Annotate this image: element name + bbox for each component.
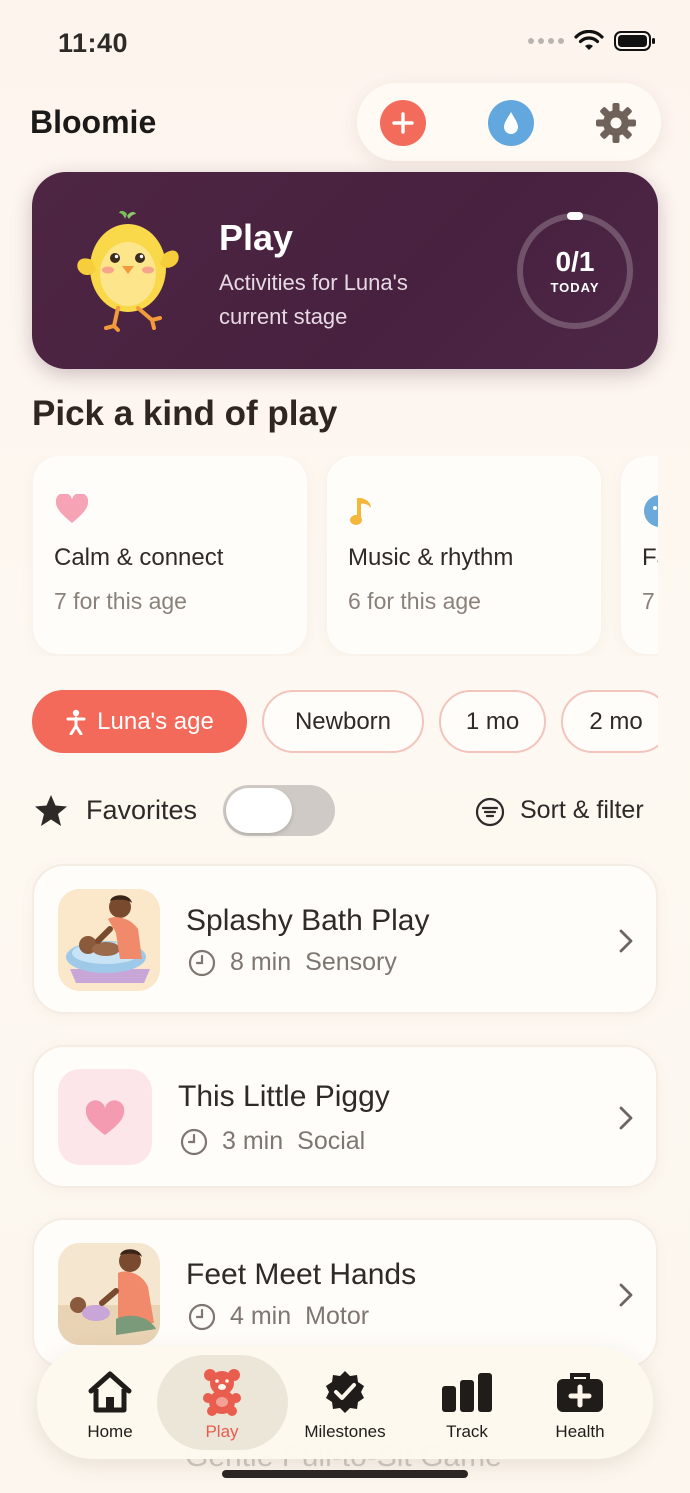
settings-button[interactable] [593,100,639,146]
activity-meta: 4 min Motor [188,1302,369,1331]
activity-category: Sensory [305,948,397,976]
category-card-music[interactable]: Music & rhythm 6 for this age [327,456,601,654]
clock-icon [180,1128,208,1155]
add-button[interactable] [380,100,426,146]
activity-duration: 4 min [230,1302,292,1330]
heart-icon [85,1100,125,1135]
activity-title: Feet Meet Hands [186,1258,417,1291]
wifi-icon [574,30,604,50]
section-title: Pick a kind of play [32,394,338,433]
category-card-partial[interactable]: Fa 7 [621,456,658,654]
progress-label: TODAY [550,280,600,295]
activity-meta: 8 min Sensory [188,948,397,977]
home-indicator[interactable] [222,1470,468,1478]
clock-icon [188,1303,216,1330]
filter-icon[interactable] [475,797,505,827]
chevron-right-icon [619,1283,633,1307]
tab-track[interactable]: Track [412,1346,522,1459]
chick-mascot-icon [77,210,179,332]
category-count: 7 for this age [54,588,187,614]
status-time: 11:40 [58,28,129,58]
chip-label: 1 mo [465,707,520,735]
cellular-signal-icon [528,38,564,44]
battery-icon [614,31,655,51]
chip-1-mo[interactable]: 1 mo [439,690,546,753]
tab-label: Play [205,1422,239,1441]
chip-label: 2 mo [589,707,643,735]
bath-illustration [58,889,160,991]
first-aid-kit-icon [557,1373,603,1412]
water-drop-icon [504,112,518,134]
status-icons [528,30,656,52]
category-count: 6 for this age [348,588,481,614]
activity-title: Splashy Bath Play [186,904,430,937]
chevron-right-icon [619,1106,633,1130]
activity-card[interactable]: Splashy Bath Play 8 min Sensory [32,864,658,1014]
chip-2-mo[interactable]: 2 mo [561,690,658,753]
chip-newborn[interactable]: Newborn [262,690,424,753]
heart-icon [55,494,89,523]
category-carousel[interactable]: Calm & connect 7 for this age Music & rh… [0,456,658,656]
favorites-label: Favorites [86,795,198,825]
tab-milestones[interactable]: Milestones [290,1346,400,1459]
category-title: Music & rhythm [348,544,514,571]
activity-duration: 3 min [222,1127,284,1155]
teddy-bear-icon [203,1369,241,1416]
tab-bar: Home Play Milestones Track Health [37,1346,653,1459]
activity-category: Social [297,1127,366,1155]
tab-play[interactable]: Play [167,1346,277,1459]
tab-label: Milestones [304,1422,386,1441]
quick-actions [357,83,661,161]
progress-value: 0/1 [555,246,595,277]
plus-icon [392,112,414,134]
hero-subtitle: Activities for Luna's current stage [219,270,408,329]
chip-label: Newborn [294,707,392,735]
activity-card[interactable]: This Little Piggy 3 min Social [32,1045,658,1188]
water-log-button[interactable] [488,100,534,146]
hero-title: Play [219,217,294,258]
category-title: Calm & connect [54,544,224,571]
age-filter-chips: Luna's age Newborn 1 mo 2 mo [0,690,658,754]
tab-home[interactable]: Home [55,1346,165,1459]
activity-title: This Little Piggy [178,1080,390,1113]
hero-banner: Play Activities for Luna's current stage… [32,172,658,369]
tab-health[interactable]: Health [525,1346,635,1459]
chip-lunas-age[interactable]: Luna's age [32,690,247,753]
app-title: Bloomie [30,104,157,140]
activity-meta: 3 min Social [180,1127,365,1156]
chevron-right-icon [619,929,633,953]
tab-label: Track [446,1422,488,1441]
activity-category: Motor [305,1302,370,1330]
chip-label: Luna's age [97,707,214,735]
home-icon [88,1371,132,1413]
category-card-calm[interactable]: Calm & connect 7 for this age [33,456,307,654]
category-count: 7 [642,588,655,614]
person-icon [66,709,86,735]
clock-icon [188,949,216,976]
favorites-toggle[interactable] [223,785,335,836]
tab-label: Health [555,1422,605,1441]
toggle-knob [226,788,292,833]
badge-check-icon [326,1371,364,1413]
tab-label: Home [87,1422,133,1441]
star-icon [35,795,67,826]
bar-chart-icon [442,1373,492,1412]
heart-thumbnail [58,1069,152,1165]
sort-filter-button[interactable]: Sort & filter [520,796,644,825]
activity-duration: 8 min [230,948,292,976]
tummy-illustration [58,1243,160,1345]
music-note-icon [350,498,371,525]
gear-icon [596,103,636,143]
category-title: Fa [642,544,658,571]
face-icon [644,495,658,527]
